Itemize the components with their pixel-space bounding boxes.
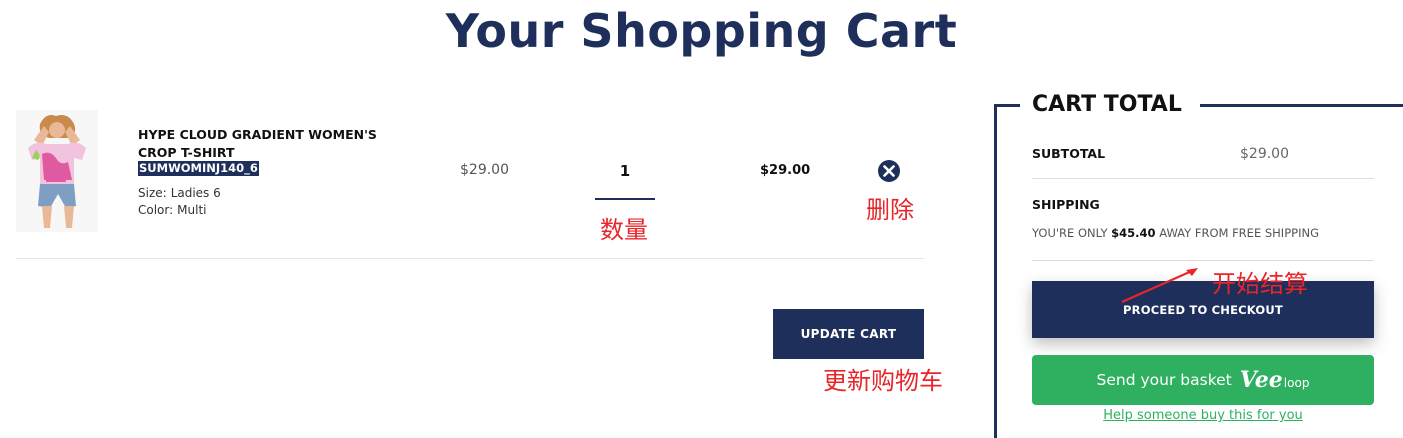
- update-cart-button[interactable]: UPDATE CART: [773, 309, 924, 359]
- cart-total-border-top-right: [1200, 104, 1403, 107]
- annotation-update-cart: 更新购物车: [823, 367, 943, 395]
- annotation-checkout: 开始结算: [1212, 270, 1308, 298]
- veeloop-logo-loop: loop: [1283, 376, 1310, 390]
- cart-total-border-left: [994, 104, 997, 438]
- page-title: Your Shopping Cart: [445, 4, 958, 58]
- product-name[interactable]: HYPE CLOUD GRADIENT WOMEN'S CROP T-SHIRT: [138, 126, 418, 162]
- product-sku: SUMWOMINJ140_6: [138, 161, 259, 176]
- line-total: $29.00: [760, 163, 811, 178]
- veeloop-logo-vee: Vee: [1239, 367, 1283, 393]
- send-basket-veeloop-button[interactable]: Send your basket Vee loop: [1032, 355, 1374, 405]
- unit-price: $29.00: [460, 162, 509, 178]
- send-basket-label: Send your basket: [1096, 371, 1232, 389]
- annotation-arrow: [1121, 268, 1198, 304]
- divider: [1032, 260, 1374, 261]
- size-label: Size:: [138, 186, 167, 200]
- subtotal-value: $29.00: [1240, 146, 1289, 162]
- quantity-field[interactable]: 1: [595, 158, 655, 200]
- product-color: Color: Multi: [138, 203, 207, 217]
- remove-item-button[interactable]: [877, 159, 901, 183]
- color-value: Multi: [177, 203, 207, 217]
- annotation-remove: 删除: [866, 196, 914, 224]
- row-divider: [16, 258, 924, 259]
- shipping-note-prefix: YOU'RE ONLY: [1032, 226, 1108, 240]
- divider: [1032, 178, 1374, 179]
- quantity-value[interactable]: 1: [595, 158, 655, 180]
- cart-total-title: CART TOTAL: [1032, 92, 1182, 117]
- shipping-label: SHIPPING: [1032, 197, 1100, 212]
- size-value: Ladies 6: [170, 186, 221, 200]
- product-size: Size: Ladies 6: [138, 186, 221, 200]
- annotation-quantity: 数量: [600, 216, 648, 244]
- shipping-note-suffix: AWAY FROM FREE SHIPPING: [1159, 226, 1319, 240]
- shipping-amount: $45.40: [1111, 226, 1156, 240]
- shipping-note: YOU'RE ONLY $45.40 AWAY FROM FREE SHIPPI…: [1032, 226, 1319, 240]
- product-image[interactable]: [16, 110, 98, 232]
- cart-total-border-top: [994, 104, 1020, 107]
- color-label: Color:: [138, 203, 174, 217]
- subtotal-label: SUBTOTAL: [1032, 146, 1106, 161]
- help-buy-link[interactable]: Help someone buy this for you: [1032, 408, 1374, 423]
- veeloop-logo: Vee loop: [1240, 367, 1310, 393]
- circle-x-icon: [878, 160, 900, 182]
